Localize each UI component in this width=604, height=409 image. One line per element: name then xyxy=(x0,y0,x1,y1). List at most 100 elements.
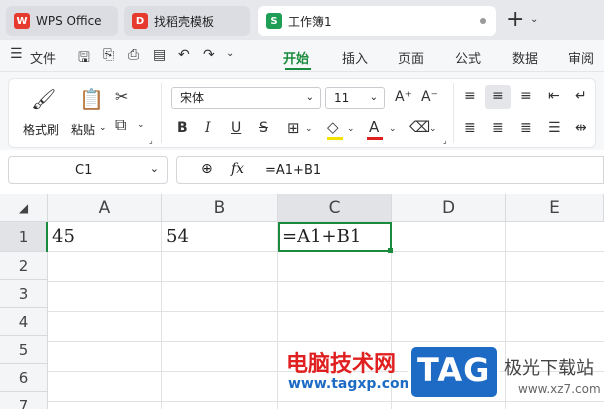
align-left-icon[interactable]: ≣ xyxy=(464,121,476,135)
row-header-1[interactable]: 1 xyxy=(0,222,48,252)
export-pdf-icon[interactable]: ⎘ xyxy=(103,47,114,63)
borders-icon[interactable]: ⊞ xyxy=(287,121,300,136)
copy-icon[interactable]: ⧉ xyxy=(115,117,126,133)
watermark-right-text: 极光下载站 xyxy=(504,358,594,379)
name-box-chevron-icon: ⌄ xyxy=(149,162,159,175)
font-color-chevron-icon[interactable]: ⌄ xyxy=(389,125,397,134)
justify-icon[interactable]: ☰ xyxy=(548,121,561,135)
column-header-c[interactable]: C xyxy=(278,194,392,222)
align-top-icon[interactable]: ≡ xyxy=(464,89,476,103)
copy-chevron-icon[interactable]: ⌄ xyxy=(137,121,145,130)
watermark: 电脑技术网 www.tagxp.com TAG 极光下载站 www.xz7.co… xyxy=(286,344,604,409)
menu-tab-label: 开始 xyxy=(283,52,310,67)
fill-handle[interactable] xyxy=(388,248,393,253)
bold-icon[interactable]: B xyxy=(177,121,188,135)
row-header-6[interactable]: 6 xyxy=(0,364,48,392)
formula-input-area[interactable]: ⊕ fx =A1+B1 xyxy=(176,156,604,184)
tab-workbook[interactable]: S 工作簿1 xyxy=(258,6,496,36)
name-box[interactable]: C1 ⌄ xyxy=(8,156,168,184)
strikethrough-icon[interactable]: S xyxy=(259,121,268,135)
tab-label: WPS Office xyxy=(36,14,102,28)
menu-tab-review[interactable]: 审阅 xyxy=(568,48,594,67)
font-size-value: 11 xyxy=(334,91,350,105)
decrease-indent-icon[interactable]: ⇤ xyxy=(548,89,560,103)
redo-icon[interactable]: ↷ xyxy=(203,47,215,63)
menu-tab-data[interactable]: 数据 xyxy=(512,48,538,67)
eraser-icon[interactable]: ⌫ xyxy=(409,120,430,135)
align-right-icon[interactable]: ≣ xyxy=(520,121,532,135)
hamburger-icon[interactable]: ☰ xyxy=(10,46,23,62)
name-box-value: C1 xyxy=(75,163,93,178)
distributed-align-icon[interactable]: ⇹ xyxy=(575,121,587,135)
quick-access-chevron-icon[interactable]: ⌄ xyxy=(226,48,234,59)
align-middle-icon[interactable]: ≡ xyxy=(492,89,504,103)
fill-color-swatch xyxy=(327,137,343,140)
tab-label: 工作簿1 xyxy=(288,14,332,29)
formula-text[interactable]: =A1+B1 xyxy=(265,163,321,178)
menu-tab-formula[interactable]: 公式 xyxy=(455,48,481,67)
align-center-icon[interactable]: ≣ xyxy=(492,121,504,135)
eraser-chevron-icon[interactable]: ⌄ xyxy=(429,125,437,134)
column-header-a[interactable]: A xyxy=(48,194,162,222)
watermark-url: www.tagxp.com xyxy=(288,376,415,392)
row-header-4[interactable]: 4 xyxy=(0,308,48,336)
menu-bar: ☰ 文件 🖫 ⎘ ⎙ ▤ ↶ ↷ ⌄ 开始 插入 页面 公式 数据 审阅 xyxy=(0,40,604,72)
title-tab-bar: W WPS Office D 找稻壳模板 S 工作簿1 + ⌄ xyxy=(0,0,604,40)
paste-button[interactable]: 📋 粘贴 ⌄ xyxy=(69,85,113,141)
print-preview-icon[interactable]: ▤ xyxy=(153,47,166,63)
align-bottom-icon[interactable]: ≡ xyxy=(520,89,532,103)
ribbon-divider xyxy=(161,83,162,143)
wrap-text-icon[interactable]: ↵ xyxy=(575,89,587,103)
row-header-5[interactable]: 5 xyxy=(0,336,48,364)
clipboard-dialog-launcher-icon[interactable]: ⌟ xyxy=(149,137,153,145)
tab-wps-office[interactable]: W WPS Office xyxy=(6,6,118,36)
row-header-7[interactable]: 7 xyxy=(0,392,48,409)
new-tab-plus-icon[interactable]: + xyxy=(506,8,524,32)
tab-label: 找稻壳模板 xyxy=(154,14,215,29)
paste-label: 粘贴 xyxy=(71,123,96,137)
font-name-chevron-icon: ⌄ xyxy=(305,92,314,103)
borders-chevron-icon[interactable]: ⌄ xyxy=(305,125,313,134)
row-header-2[interactable]: 2 xyxy=(0,252,48,280)
watermark-right-url: www.xz7.com xyxy=(518,382,601,396)
save-icon[interactable]: 🖫 xyxy=(78,47,90,71)
fx-icon[interactable]: fx xyxy=(231,161,244,177)
column-header-d[interactable]: D xyxy=(392,194,506,222)
paste-chevron-icon: ⌄ xyxy=(99,123,107,133)
cell-b1[interactable]: 54 xyxy=(162,222,278,252)
tab-list-chevron-icon[interactable]: ⌄ xyxy=(530,14,538,25)
column-header-e[interactable]: E xyxy=(506,194,604,222)
fill-color-icon[interactable]: ◇ xyxy=(327,120,339,135)
menu-file[interactable]: 文件 xyxy=(30,48,56,67)
format-painter-button[interactable]: 🖌 格式刷 xyxy=(19,85,63,141)
font-color-icon[interactable]: A xyxy=(369,120,379,135)
cell-c1-active[interactable]: =A1+B1 xyxy=(278,222,392,252)
row-header-3[interactable]: 3 xyxy=(0,280,48,308)
underline-icon[interactable]: U xyxy=(231,121,241,135)
unsaved-dot-icon xyxy=(480,18,486,24)
tab-docer-templates[interactable]: D 找稻壳模板 xyxy=(124,6,250,36)
column-header-b[interactable]: B xyxy=(162,194,278,222)
font-size-chevron-icon: ⌄ xyxy=(369,92,378,103)
ribbon-divider xyxy=(453,83,454,143)
watermark-site-name: 电脑技术网 xyxy=(286,352,397,377)
increase-font-size-icon[interactable]: A⁺ xyxy=(395,90,412,104)
select-all-corner[interactable]: ◢ xyxy=(0,194,48,222)
menu-tab-page[interactable]: 页面 xyxy=(398,48,424,67)
print-icon[interactable]: ⎙ xyxy=(128,47,139,63)
cell-a1[interactable]: 45 xyxy=(48,222,162,252)
italic-icon[interactable]: I xyxy=(205,121,211,135)
zoom-search-icon[interactable]: ⊕ xyxy=(201,161,213,177)
watermark-logo-badge: TAG xyxy=(408,344,500,400)
font-color-swatch xyxy=(367,137,383,140)
cut-icon[interactable]: ✂ xyxy=(115,89,128,105)
fill-color-chevron-icon[interactable]: ⌄ xyxy=(347,125,355,134)
format-painter-label: 格式刷 xyxy=(23,123,60,137)
font-name-dropdown[interactable]: 宋体 ⌄ xyxy=(171,87,321,109)
menu-tab-insert[interactable]: 插入 xyxy=(342,48,368,67)
undo-icon[interactable]: ↶ xyxy=(178,47,190,63)
font-size-dropdown[interactable]: 11 ⌄ xyxy=(325,87,385,109)
decrease-font-size-icon[interactable]: A⁻ xyxy=(421,90,438,104)
menu-tab-home[interactable]: 开始 xyxy=(283,40,315,72)
font-dialog-launcher-icon[interactable]: ⌟ xyxy=(443,137,447,145)
